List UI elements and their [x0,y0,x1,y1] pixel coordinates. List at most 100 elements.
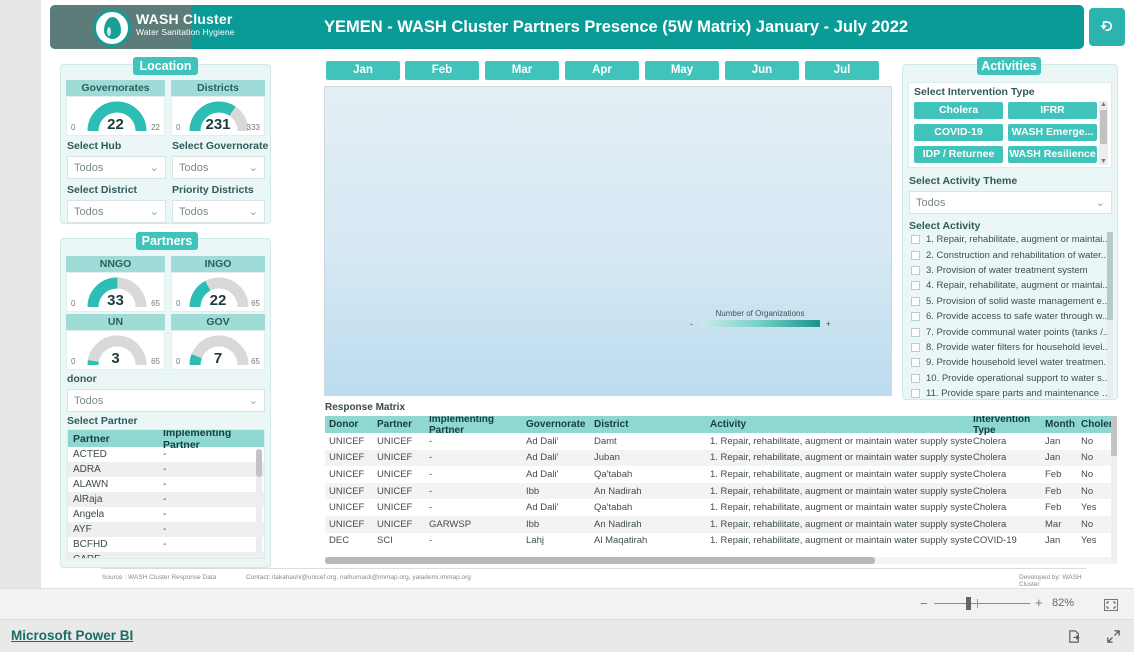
checkbox-icon[interactable] [911,327,920,337]
rm-cell-governorate: Ibb [526,485,540,497]
scroll-down-icon[interactable]: ▼ [1099,158,1108,165]
checkbox-icon[interactable] [911,250,920,260]
share-button[interactable] [1067,629,1082,644]
rm-col-intervention-type: Intervention Type [973,416,1031,436]
activity-checklist-item[interactable]: 11. Provide spare parts and maintenance … [907,386,1114,398]
month-tab-jun[interactable]: Jun [725,61,799,80]
response-matrix-row[interactable]: UNICEF UNICEF - Ad Dali' Qa'tabah 1. Repair, … [325,466,1117,483]
partner-table-row[interactable]: AlRaja - [68,492,264,507]
checkbox-icon[interactable] [911,296,920,306]
response-matrix-row[interactable]: UNICEF UNICEF GARWSP Ibb An Nadirah 1. Repair… [325,515,1117,533]
partner-table-row[interactable]: ALAWN - [68,477,264,492]
chevron-down-icon: ⌄ [248,206,258,218]
checkbox-icon[interactable] [911,312,920,322]
rm-cell-partner: UNICEF [377,452,413,464]
partner-table[interactable]: Partner Implementing Partner ACTED - ADRA -… [67,429,265,559]
fit-to-page-button[interactable] [1104,598,1118,611]
activity-item-label: 9. Provide household level water treatme… [926,357,1112,369]
rm-cell-donor: UNICEF [329,452,365,464]
chevron-down-icon: ⌄ [248,395,258,407]
implementing-partner-name: - [163,449,167,460]
response-matrix-vscrollbar-track[interactable] [1111,416,1117,564]
month-tab-apr[interactable]: Apr [565,61,639,80]
partner-table-scrollbar-thumb[interactable] [256,449,262,477]
activity-checklist-item[interactable]: 7. Provide communal water points (tanks … [907,324,1114,339]
checkbox-icon[interactable] [911,342,920,352]
scroll-up-icon[interactable]: ▲ [1099,101,1108,108]
response-matrix-row[interactable]: UNICEF UNICEF - Ibb An Nadirah 1. Repair, reh… [325,482,1117,500]
zoom-slider-track[interactable] [934,603,1030,604]
intervention-type-slicer[interactable]: Select Intervention Type Cholera IFRR COVI… [908,82,1112,168]
partner-table-row[interactable]: CARE- [68,552,264,558]
priority-districts-dropdown[interactable]: Todos ⌄ [172,200,265,223]
intervention-type-button[interactable]: Cholera [914,102,1003,119]
intervention-type-button[interactable]: IFRR [1008,102,1097,119]
donor-dropdown[interactable]: Todos ⌄ [67,389,265,412]
checkbox-icon[interactable] [911,373,920,383]
rm-cell-cholera: No [1081,485,1094,497]
zoom-out-button[interactable]: − [920,596,928,611]
microsoft-power-bi-link[interactable]: Microsoft Power BI [11,628,133,643]
checkbox-icon[interactable] [911,235,920,245]
partner-table-row[interactable]: ADRA - [68,462,264,477]
intervention-scrollbar-track[interactable]: ▲ ▼ [1099,101,1108,165]
partner-table-row[interactable]: BCFHD - [68,537,264,552]
response-matrix-row[interactable]: UNICEF UNICEF - Ad Dali' Juban 1. Repair, reh… [325,449,1117,467]
intervention-scrollbar-thumb[interactable] [1100,110,1107,144]
month-tab-may[interactable]: May [645,61,719,80]
response-matrix-hscrollbar-track[interactable] [325,557,1111,564]
checkbox-icon[interactable] [911,389,920,398]
rm-cell-cholera: No [1081,435,1094,447]
month-tab-mar[interactable]: Mar [485,61,559,80]
intervention-type-button[interactable]: IDP / Returnee [914,146,1003,163]
activity-checklist[interactable]: 1. Repair, rehabilitate, augment or main… [907,232,1114,398]
activity-item-label: 7. Provide communal water points (tanks … [926,326,1111,338]
response-matrix-vscrollbar-thumb[interactable] [1111,416,1117,456]
checkbox-icon[interactable] [911,265,920,275]
month-tab-feb[interactable]: Feb [405,61,479,80]
rm-col-donor: Donor [329,419,359,430]
rm-cell-activity: 1. Repair, rehabilitate, augment or main… [710,452,973,464]
partner-table-row[interactable]: AYF - [68,522,264,537]
zoom-slider-thumb[interactable] [966,597,971,610]
month-tab-jul[interactable]: Jul [805,61,879,80]
partner-table-row[interactable]: Angela - [68,507,264,522]
rm-cell-activity: 1. Repair, rehabilitate, augment or main… [710,502,973,514]
partner-col-implementing: Implementing Partner [163,429,232,451]
activity-checklist-item[interactable]: 6. Provide access to safe water through … [907,309,1114,324]
yemen-choropleth-map[interactable]: Number of Organizations - + [324,86,892,396]
checkbox-icon[interactable] [911,281,920,291]
activity-scrollbar-track[interactable] [1107,232,1113,398]
partner-table-row[interactable]: ACTED - [68,447,264,462]
activity-checklist-item[interactable]: 5. Provision of solid waste management e… [907,294,1114,309]
select-governorate-dropdown[interactable]: Todos ⌄ [172,156,265,179]
gauge-value-un: 3 [111,350,120,367]
response-matrix-hscrollbar-thumb[interactable] [325,557,875,564]
select-governorate-value: Todos [179,161,209,174]
response-matrix-table[interactable]: Donor Partner Implementing Partner Gover… [325,416,1117,564]
activity-checklist-item[interactable]: 1. Repair, rehabilitate, augment or main… [907,232,1114,247]
checkbox-icon[interactable] [911,358,920,368]
intervention-type-button[interactable]: COVID-19 [914,124,1003,141]
response-matrix-row[interactable]: DEC SCI - Lahj Al Maqatirah 1. Repair, rehabi… [325,533,1117,550]
intervention-type-button[interactable]: WASH Emerge... [1008,124,1097,141]
intervention-type-button[interactable]: WASH Resilience [1008,146,1097,163]
activity-theme-dropdown[interactable]: Todos ⌄ [909,191,1112,214]
activity-checklist-item[interactable]: 10. Provide operational support to water… [907,371,1114,386]
response-matrix-row[interactable]: UNICEF UNICEF - Ad Dali' Qa'tabah 1. Repair, … [325,499,1117,516]
partner-table-scrollbar-track[interactable] [256,449,262,554]
zoom-in-button[interactable]: + [1035,595,1043,610]
activity-checklist-item[interactable]: 8. Provide water filters for household l… [907,340,1114,355]
activity-checklist-item[interactable]: 2. Construction and rehabilitation of wa… [907,247,1114,262]
activity-checklist-item[interactable]: 9. Provide household level water treatme… [907,355,1114,370]
activity-checklist-item[interactable]: 3. Provision of water treatment system [907,263,1114,278]
month-tab-jan[interactable]: Jan [326,61,400,80]
reset-filters-button[interactable] [1089,8,1125,46]
select-hub-dropdown[interactable]: Todos ⌄ [67,156,166,179]
response-matrix-row[interactable]: UNICEF UNICEF - Ad Dali' Damt 1. Repair, reha… [325,433,1117,450]
fullscreen-button[interactable] [1106,629,1121,644]
select-district-dropdown[interactable]: Todos ⌄ [67,200,166,223]
activity-scrollbar-thumb[interactable] [1107,232,1113,320]
activity-checklist-item[interactable]: 4. Repair, rehabilitate, augment or main… [907,278,1114,293]
rm-col-partner: Partner [377,419,413,430]
